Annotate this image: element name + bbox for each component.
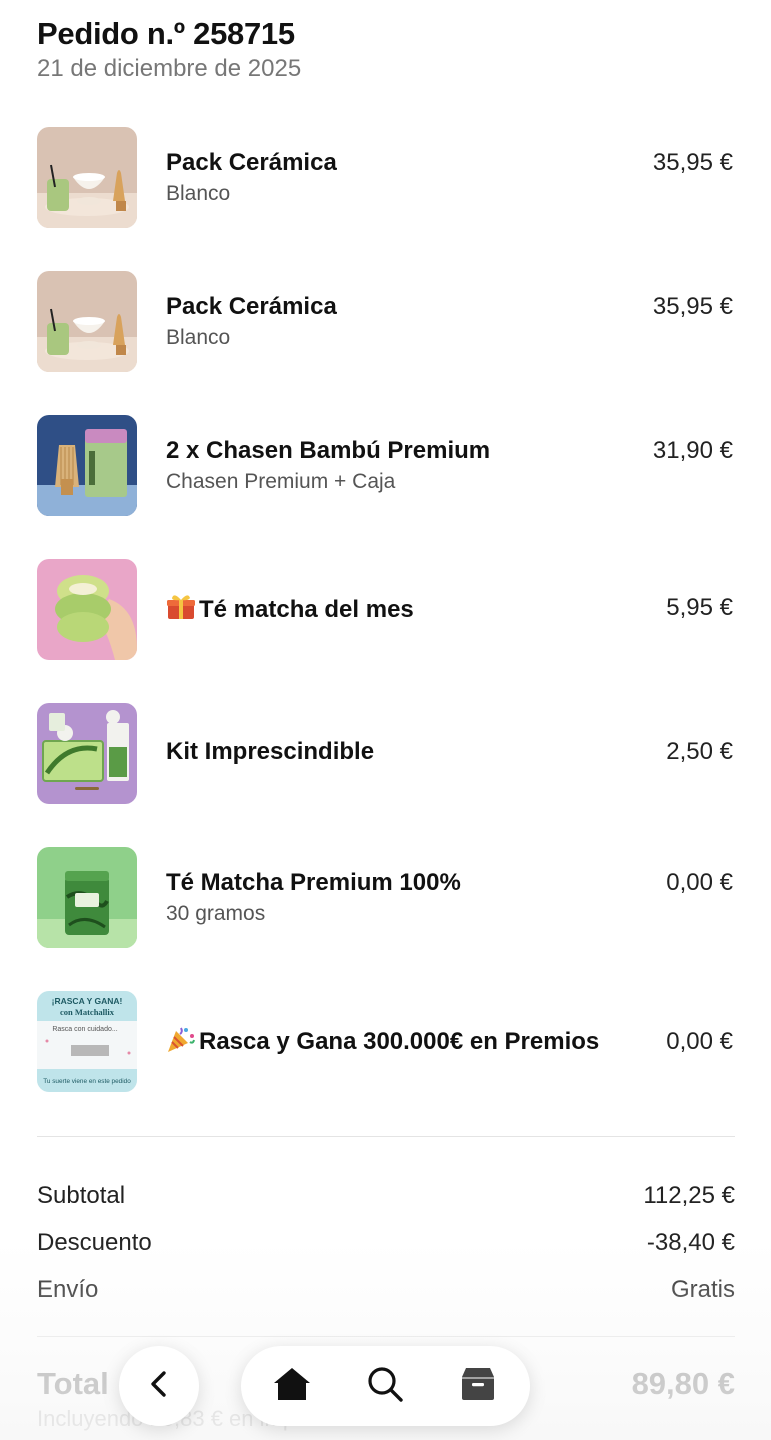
subtotal-label: Subtotal xyxy=(37,1182,126,1209)
item-info: Pack Cerámica Blanco xyxy=(166,148,636,208)
shipping-row: Envío Gratis xyxy=(37,1274,735,1321)
item-price: 31,90 € xyxy=(652,437,733,464)
item-price: 5,95 € xyxy=(666,594,733,621)
discount-label: Descuento xyxy=(37,1229,152,1256)
item-name: 2 x Chasen Bambú Premium xyxy=(166,437,491,464)
scratch-card-instruction: Rasca con cuidado... xyxy=(52,1026,117,1033)
item-info: Té Matcha Premium 100% 30 gramos xyxy=(166,868,636,928)
item-info: Pack Cerámica Blanco xyxy=(166,292,636,352)
item-name: Rasca y Gana 300.000€ en Premios xyxy=(166,1025,636,1057)
ceramic-pack-image xyxy=(37,127,137,228)
chasen-box-image xyxy=(37,415,137,516)
search-button[interactable] xyxy=(365,1366,405,1406)
scratch-card-image: ¡RASCA Y GANA! con Matchallix Rasca con … xyxy=(37,991,137,1092)
total-value: 89,80 € xyxy=(631,1366,735,1401)
home-icon xyxy=(273,1366,311,1407)
list-item[interactable]: ¡RASCA Y GANA! con Matchallix Rasca con … xyxy=(0,991,771,1092)
item-price: 0,00 € xyxy=(666,869,733,896)
matcha-tin-image xyxy=(37,847,137,948)
list-item[interactable]: Té matcha del mes 5,95 € xyxy=(0,559,771,660)
shipping-label: Envío xyxy=(37,1276,99,1303)
list-item[interactable]: 2 x Chasen Bambú Premium Chasen Premium … xyxy=(0,415,771,516)
divider xyxy=(37,1336,735,1337)
bottom-nav xyxy=(241,1346,530,1426)
gift-emoji-icon xyxy=(166,593,196,621)
orders-button[interactable] xyxy=(458,1366,498,1406)
item-price: 0,00 € xyxy=(666,1028,733,1055)
order-summary: Subtotal 112,25 € Descuento -38,40 € Env… xyxy=(37,1180,735,1321)
item-info: Té matcha del mes xyxy=(166,593,636,625)
item-name-text: Té matcha del mes xyxy=(199,596,414,623)
order-header: Pedido n.º 258715 21 de diciembre de 202… xyxy=(37,14,301,84)
chevron-left-icon xyxy=(148,1369,170,1404)
item-name: Pack Cerámica xyxy=(166,149,337,176)
back-button[interactable] xyxy=(119,1346,199,1426)
item-variant: Blanco xyxy=(166,182,231,205)
scratch-card-footer: Tu suerte viene en este pedido xyxy=(43,1078,131,1085)
item-price: 35,95 € xyxy=(652,149,733,176)
item-variant: Chasen Premium + Caja xyxy=(166,470,396,493)
shipping-value: Gratis xyxy=(670,1276,735,1303)
scratch-card-title: ¡RASCA Y GANA! xyxy=(52,996,123,1006)
discount-row: Descuento -38,40 € xyxy=(37,1227,735,1274)
divider xyxy=(37,1136,735,1137)
package-icon xyxy=(460,1366,496,1407)
list-item[interactable]: Té Matcha Premium 100% 30 gramos 0,00 € xyxy=(0,847,771,948)
item-name: Té Matcha Premium 100% xyxy=(166,869,461,896)
list-item[interactable]: Kit Imprescindible 2,50 € xyxy=(0,703,771,804)
item-name-text: Rasca y Gana 300.000€ en Premios xyxy=(199,1028,600,1055)
item-info: 2 x Chasen Bambú Premium Chasen Premium … xyxy=(166,436,636,496)
item-price: 35,95 € xyxy=(652,293,733,320)
search-icon xyxy=(366,1365,404,1408)
item-variant: 30 gramos xyxy=(166,902,266,925)
order-title: Pedido n.º 258715 xyxy=(37,16,295,51)
kit-image xyxy=(37,703,137,804)
item-name: Kit Imprescindible xyxy=(166,738,375,765)
item-info: Kit Imprescindible xyxy=(166,737,636,767)
ceramic-pack-image xyxy=(37,271,137,372)
item-info: Rasca y Gana 300.000€ en Premios xyxy=(166,1025,636,1057)
item-variant: Blanco xyxy=(166,326,231,349)
total-label: Total xyxy=(37,1366,109,1401)
list-item[interactable]: Pack Cerámica Blanco 35,95 € xyxy=(0,127,771,228)
item-price: 2,50 € xyxy=(666,738,733,765)
list-item[interactable]: Pack Cerámica Blanco 35,95 € xyxy=(0,271,771,372)
subtotal-value: 112,25 € xyxy=(643,1182,735,1209)
scratch-card-brand: con Matchallix xyxy=(60,1007,115,1017)
discount-value: -38,40 € xyxy=(646,1229,735,1256)
item-name: Té matcha del mes xyxy=(166,593,636,625)
party-popper-emoji-icon xyxy=(166,1025,196,1053)
subtotal-row: Subtotal 112,25 € xyxy=(37,1180,735,1227)
item-name: Pack Cerámica xyxy=(166,293,337,320)
home-button[interactable] xyxy=(272,1366,312,1406)
order-date: 21 de diciembre de 2025 xyxy=(37,55,302,82)
matcha-cup-image xyxy=(37,559,137,660)
